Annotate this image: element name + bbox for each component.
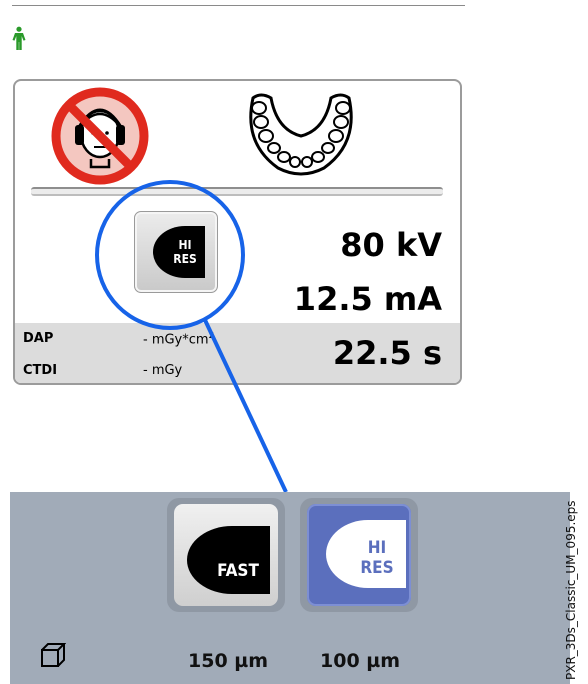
hires-label-1: HI [368,538,387,558]
hires-mode-large-icon: HI RES [326,520,406,588]
volume-cube-icon [41,643,66,667]
hires-mode-selected-button[interactable]: HI RES [300,498,418,612]
mode-selection-bar: FAST HI RES 150 µm 100 µm [10,492,570,684]
hires-resolution-label: 100 µm [320,650,401,672]
fast-mode-icon: FAST [187,526,270,594]
hires-label-2: RES [360,558,393,578]
fast-mode-button[interactable]: FAST [167,498,285,612]
fast-resolution-label: 150 µm [188,650,269,672]
fast-label: FAST [217,561,259,581]
figure-file-caption: PXR_3Ds_Classic_UM_095.eps [564,500,578,680]
